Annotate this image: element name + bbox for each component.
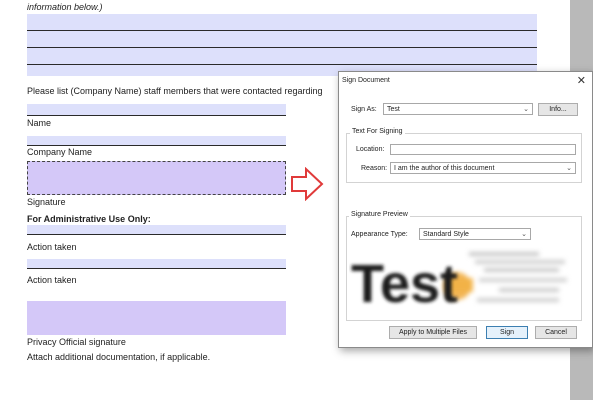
appearance-type-label: Appearance Type:	[351, 231, 408, 238]
appearance-type-value: Standard Style	[423, 231, 469, 238]
action-field-2[interactable]	[27, 259, 286, 268]
field-underline	[27, 234, 286, 235]
signature-preview-image: Test	[349, 244, 575, 314]
text-for-signing-title: Text For Signing	[350, 128, 405, 135]
appearance-type-select[interactable]: Standard Style ⌄	[419, 228, 531, 240]
text-field-1[interactable]	[27, 14, 537, 30]
sign-as-label: Sign As:	[351, 106, 377, 113]
name-field[interactable]	[27, 104, 286, 115]
intro-text: information below.)	[27, 2, 103, 12]
company-name-field[interactable]	[27, 136, 286, 145]
reason-label: Reason:	[361, 165, 388, 172]
admin-heading: For Administrative Use Only:	[27, 214, 151, 224]
signature-label: Signature	[27, 197, 66, 207]
text-field-2[interactable]	[27, 31, 537, 47]
text-for-signing-group	[346, 133, 582, 183]
field-underline	[27, 145, 286, 146]
privacy-signature-label: Privacy Official signature	[27, 337, 126, 347]
location-label: Location:	[356, 146, 385, 153]
action-label-1: Action taken	[27, 242, 77, 252]
signature-preview-text: Test	[351, 254, 458, 314]
action-label-2: Action taken	[27, 275, 77, 285]
location-input[interactable]	[390, 144, 576, 155]
attach-text: Attach additional documentation, if appl…	[27, 352, 211, 362]
text-field-3[interactable]	[27, 48, 537, 64]
chevron-down-icon: ⌄	[566, 165, 572, 172]
info-button[interactable]: Info...	[538, 103, 578, 116]
cancel-button[interactable]: Cancel	[535, 326, 577, 339]
signature-preview-title: Signature Preview	[349, 211, 410, 218]
action-field-1[interactable]	[27, 225, 286, 234]
field-underline	[27, 268, 286, 269]
name-label: Name	[27, 118, 52, 128]
sign-document-dialog: Sign Document ✕ Sign As: Test ⌄ Info... …	[338, 71, 593, 348]
question-text: Please list (Company Name) staff members…	[27, 86, 323, 96]
chevron-down-icon: ⌄	[521, 231, 527, 238]
pointer-arrow-icon	[291, 167, 324, 201]
sign-as-value: Test	[387, 106, 400, 113]
privacy-signature-field[interactable]	[27, 301, 286, 335]
dialog-title: Sign Document	[342, 77, 390, 84]
signature-field[interactable]	[27, 161, 286, 195]
company-name-label: Company Name	[27, 147, 93, 157]
reason-select[interactable]: I am the author of this document ⌄	[390, 162, 576, 174]
close-icon[interactable]: ✕	[577, 74, 586, 87]
sign-as-select[interactable]: Test ⌄	[383, 103, 533, 115]
apply-to-multiple-files-button[interactable]: Apply to Multiple Files	[389, 326, 477, 339]
chevron-down-icon: ⌄	[523, 106, 529, 113]
field-underline	[27, 115, 286, 116]
sign-button[interactable]: Sign	[486, 326, 528, 339]
signature-preview-graphic: Test	[351, 252, 567, 314]
reason-value: I am the author of this document	[394, 165, 495, 172]
